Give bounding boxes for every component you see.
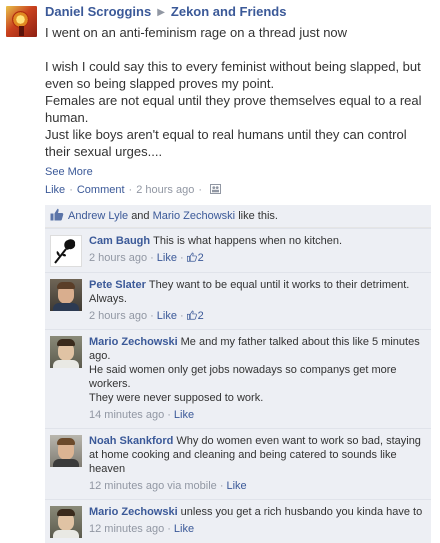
commenter-name-link[interactable]: Mario Zechowski — [89, 336, 178, 348]
post-target-link[interactable]: Zekon and Friends — [171, 4, 287, 19]
comment-actions: 14 minutes ago · Like — [89, 409, 195, 421]
comment-text: This is what happens when no kitchen. — [153, 235, 343, 247]
commenter-avatar[interactable] — [50, 336, 82, 368]
comment-text-line: They were never supposed to work. — [89, 392, 264, 404]
comment-like-link[interactable]: Like — [157, 310, 177, 322]
commenter-avatar[interactable] — [50, 435, 82, 467]
avatar-shirt — [53, 459, 79, 467]
like-count-value: 2 — [197, 310, 204, 322]
separator: · — [128, 184, 133, 196]
separator: · — [69, 184, 73, 196]
comment-timestamp[interactable]: 12 minutes ago — [89, 480, 164, 492]
post: Daniel Scroggins ▶ Zekon and Friends I wen… — [45, 4, 433, 197]
feedback-section: Andrew Lyle and Mario Zechowski like thi… — [45, 205, 431, 543]
post-paragraph-gap — [45, 41, 433, 58]
post-author-avatar[interactable] — [6, 6, 37, 37]
comment: Noah Skankford Why do women even want to … — [45, 428, 431, 499]
separator: · — [198, 184, 202, 196]
avatar-shirt — [53, 530, 79, 538]
post-paragraph: Females are not equal until they prove t… — [45, 93, 422, 125]
commenter-name-link[interactable]: Noah Skankford — [89, 435, 173, 447]
post-timestamp[interactable]: 2 hours ago — [136, 184, 194, 196]
comment-timestamp[interactable]: 2 hours ago — [89, 310, 147, 322]
see-more-link[interactable]: See More — [45, 165, 433, 179]
commenter-avatar[interactable] — [50, 279, 82, 311]
comment-text-line: He said women only get jobs nowadays so … — [89, 364, 397, 390]
comment-actions: 2 hours ago · Like · 2 — [89, 252, 204, 264]
rose-silhouette-icon — [54, 239, 76, 264]
liker-link[interactable]: Mario Zechowski — [153, 210, 236, 222]
post-paragraph: Just like boys aren't equal to real huma… — [45, 127, 407, 159]
avatar-shirt — [53, 303, 79, 311]
comment-timestamp[interactable]: 14 minutes ago — [89, 409, 164, 421]
comment: Mario Zechowski unless you get a rich hus… — [45, 499, 431, 543]
commenter-avatar[interactable] — [50, 235, 82, 267]
comment: Cam Baugh This is what happens when no ki… — [45, 228, 431, 272]
friends-icon[interactable] — [210, 184, 221, 194]
comment-actions: 12 minutes ago via mobile · Like — [89, 480, 247, 492]
commenter-name-link[interactable]: Cam Baugh — [89, 235, 150, 247]
avatar-hair — [57, 438, 75, 445]
arrow-right-icon: ▶ — [157, 7, 165, 18]
post-paragraph: I went on an anti-feminism rage on a thr… — [45, 25, 348, 40]
comment-link[interactable]: Comment — [77, 184, 125, 196]
comment: Mario Zechowski Me and my father talked a… — [45, 329, 431, 428]
avatar-hair — [57, 509, 75, 516]
post-author-link[interactable]: Daniel Scroggins — [45, 4, 151, 19]
likes-suffix: like this. — [238, 210, 278, 222]
liker-link[interactable]: Andrew Lyle — [68, 210, 128, 222]
comment-body: Mario Zechowski unless you get a rich hus… — [89, 505, 427, 519]
commenter-name-link[interactable]: Pete Slater — [89, 279, 146, 291]
likes-conjunction: and — [131, 210, 150, 222]
avatar-shirt — [53, 360, 79, 368]
likes-sentence: Andrew Lyle and Mario Zechowski like thi… — [45, 205, 431, 228]
comment-body: Mario Zechowski Me and my father talked a… — [89, 335, 427, 405]
avatar-hair — [57, 339, 75, 346]
comment-body: Cam Baugh This is what happens when no ki… — [89, 234, 427, 248]
post-header: Daniel Scroggins ▶ Zekon and Friends — [45, 4, 433, 22]
comment-timestamp[interactable]: 2 hours ago — [89, 252, 147, 264]
post-actions: Like · Comment · 2 hours ago · — [45, 183, 433, 197]
comment-like-link[interactable]: Like — [226, 480, 246, 492]
comment-body: Pete Slater They want to be equal until i… — [89, 278, 427, 306]
via-mobile-link[interactable]: via mobile — [167, 480, 217, 492]
like-link[interactable]: Like — [45, 184, 65, 196]
post-message: I went on an anti-feminism rage on a thr… — [45, 24, 433, 160]
comment: Pete Slater They want to be equal until i… — [45, 272, 431, 329]
commenter-avatar[interactable] — [50, 506, 82, 538]
comment-like-count[interactable]: 2 — [186, 252, 204, 264]
comment-text: unless you get a rich husbando you kinda… — [180, 506, 423, 518]
comment-like-link[interactable]: Like — [174, 409, 194, 421]
thumbs-up-icon — [186, 252, 197, 262]
comment-like-link[interactable]: Like — [157, 252, 177, 264]
like-count-value: 2 — [197, 252, 204, 264]
avatar-figure-graphic — [19, 26, 24, 36]
comment-actions: 12 minutes ago · Like — [89, 523, 195, 535]
comment-actions: 2 hours ago · Like · 2 — [89, 310, 204, 322]
comment-timestamp[interactable]: 12 minutes ago — [89, 523, 164, 535]
commenter-name-link[interactable]: Mario Zechowski — [89, 506, 178, 518]
post-paragraph: I wish I could say this to every feminis… — [45, 59, 421, 91]
thumbs-up-icon — [50, 208, 64, 221]
comment-body: Noah Skankford Why do women even want to … — [89, 434, 427, 476]
avatar-hair — [57, 282, 75, 289]
thumbs-up-icon — [186, 310, 197, 320]
comment-like-link[interactable]: Like — [174, 523, 194, 535]
comment-like-count[interactable]: 2 — [186, 310, 204, 322]
